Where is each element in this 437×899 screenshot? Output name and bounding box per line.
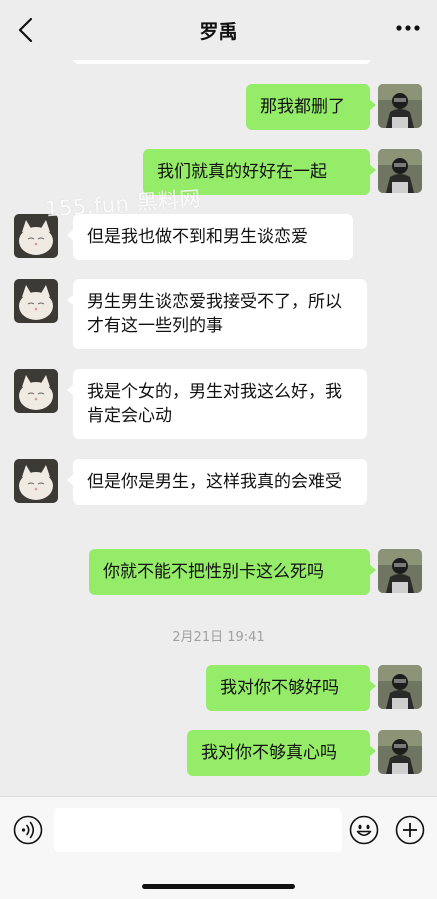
message-bubble[interactable]: 但是你是男生，这样我真的会难受 [67,459,367,505]
home-indicator [142,884,295,889]
message-bubble[interactable]: 男生男生谈恋爱我接受不了，所以才有这一些列的事 [67,279,367,349]
message-text: 我对你不够真心吗 [201,743,337,763]
message-text: 那我都删了 [260,97,345,117]
user-photo-icon [378,84,422,128]
message-bubble[interactable]: 你就不能不把性别卡这么死吗 [89,549,376,595]
my-avatar[interactable] [378,84,422,128]
message-text: 我是个女的，男生对我这么好，我肯定会心动 [87,382,342,426]
timestamp: 2月21日 19:41 [172,630,265,645]
message-bubble[interactable]: 但是我也做不到和男生谈恋爱 [67,214,353,260]
more-options-icon[interactable] [395,18,421,38]
navigation-bar: 罗禹 [0,0,437,60]
previous-message-bubble [73,60,371,64]
message-text: 我对你不够好吗 [220,678,339,698]
user-photo-icon [378,665,422,709]
my-avatar[interactable] [378,149,422,193]
message-bubble[interactable]: 那我都删了 [246,84,376,130]
contact-avatar[interactable] [14,369,58,413]
message-text: 你就不能不把性别卡这么死吗 [103,562,324,582]
cat-photo-icon [14,459,58,503]
user-photo-icon [378,149,422,193]
message-bubble[interactable]: 我对你不够真心吗 [187,730,376,776]
contact-avatar[interactable] [14,459,58,503]
message-text: 我们就真的好好在一起 [157,162,327,182]
voice-input-icon[interactable] [13,815,43,845]
user-photo-icon [378,730,422,774]
plus-icon[interactable] [395,815,425,845]
input-bar [0,796,437,899]
message-text: 但是你是男生，这样我真的会难受 [87,472,342,492]
message-bubble[interactable]: 我是个女的，男生对我这么好，我肯定会心动 [67,369,367,439]
chat-area[interactable]: 那我都删了 我们就真的好好在一起 但是我也做不到和男生谈恋爱 男生男生谈恋爱我接… [0,60,437,796]
chat-title: 罗禹 [199,21,238,43]
cat-photo-icon [14,279,58,323]
my-avatar[interactable] [378,665,422,709]
cat-photo-icon [14,369,58,413]
user-photo-icon [378,549,422,593]
message-text: 但是我也做不到和男生谈恋爱 [87,227,308,247]
message-bubble[interactable]: 我对你不够好吗 [206,665,376,711]
contact-avatar[interactable] [14,279,58,323]
my-avatar[interactable] [378,549,422,593]
message-text: 男生男生谈恋爱我接受不了，所以才有这一些列的事 [87,292,342,336]
emoji-icon[interactable] [349,815,379,845]
my-avatar[interactable] [378,730,422,774]
message-input[interactable] [54,808,342,852]
